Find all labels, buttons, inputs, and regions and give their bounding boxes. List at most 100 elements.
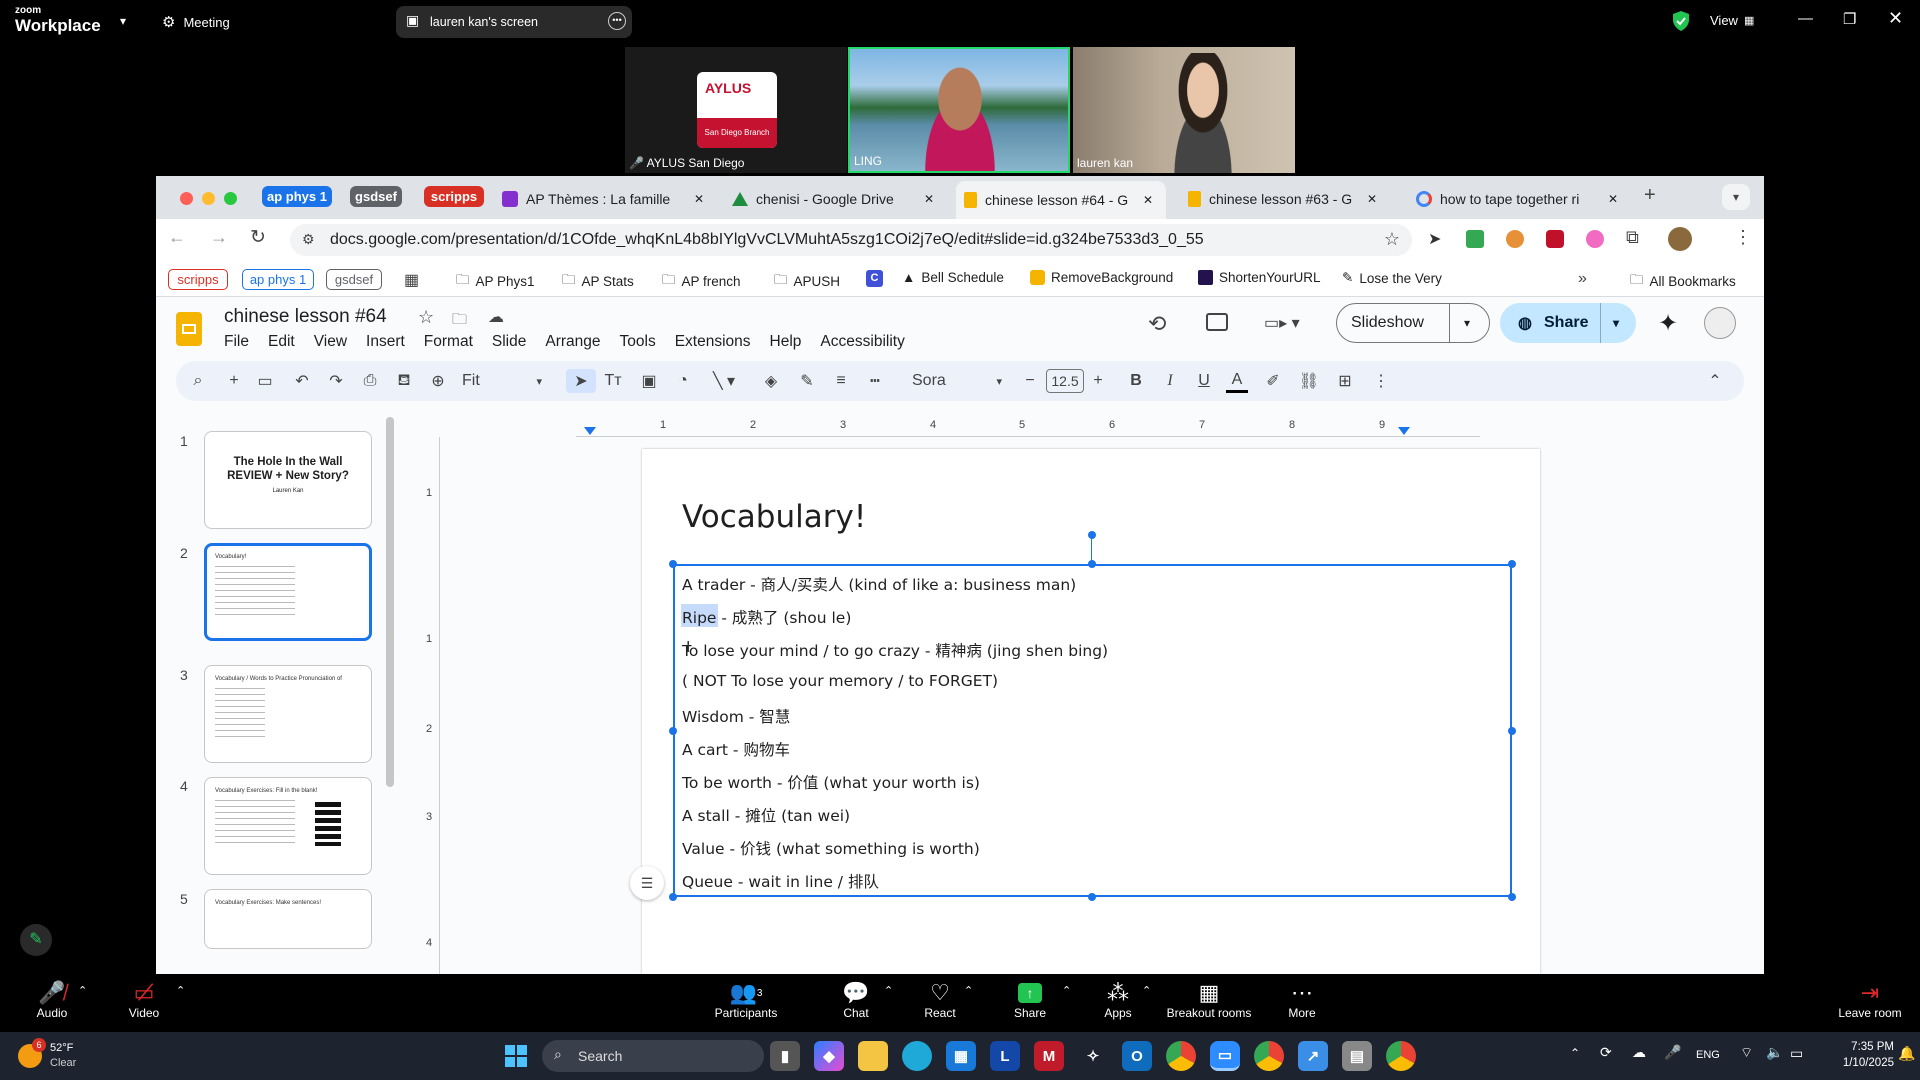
share-dropdown-icon[interactable]: ▾ bbox=[1600, 303, 1619, 343]
resize-handle-tm[interactable] bbox=[1088, 560, 1096, 568]
copilot-icon[interactable]: ◆ bbox=[814, 1041, 844, 1071]
slide-thumbnail-4[interactable]: Vocabulary Exercises: Fill in the blank! bbox=[204, 777, 372, 875]
close-tab-icon[interactable]: ✕ bbox=[1143, 193, 1153, 207]
close-tab-icon[interactable]: ✕ bbox=[924, 192, 934, 206]
menu-insert[interactable]: Insert bbox=[366, 333, 405, 350]
tab-how-to-tape[interactable]: how to tape together ri ✕ bbox=[1416, 184, 1626, 214]
add-comment-icon[interactable]: ⊞ bbox=[1334, 369, 1356, 393]
vocab-item[interactable]: To be worth - 价值 (what your worth is) bbox=[682, 771, 980, 793]
menu-slide[interactable]: Slide bbox=[492, 333, 526, 350]
chrome-icon[interactable] bbox=[1166, 1041, 1196, 1071]
share-button[interactable]: ◍ Share ▾ bbox=[1500, 303, 1636, 343]
image-icon[interactable]: ▣ bbox=[638, 369, 660, 393]
print-icon[interactable]: ⎙ bbox=[360, 369, 380, 393]
layout-icon[interactable]: ▭ bbox=[254, 369, 276, 393]
version-history-icon[interactable]: ⟲ bbox=[1148, 311, 1166, 337]
bookmark-ap-stats[interactable]: 🗀 AP Stats bbox=[562, 270, 634, 293]
forward-button[interactable]: → bbox=[210, 227, 228, 248]
search-menus-icon[interactable]: ⌕ bbox=[188, 369, 208, 393]
vocab-item[interactable]: Queue - wait in line / 排队 bbox=[682, 870, 879, 892]
extension-cookie-icon[interactable] bbox=[1506, 230, 1524, 248]
apps-grid-icon[interactable]: ▦ bbox=[404, 270, 419, 290]
menu-edit[interactable]: Edit bbox=[268, 333, 295, 350]
taskbar-search[interactable]: ⌕ Search bbox=[542, 1040, 764, 1072]
shape-icon[interactable]: ◔ bbox=[672, 369, 694, 393]
zoom-app-icon[interactable]: ▭ bbox=[1210, 1041, 1240, 1071]
font-size-input[interactable]: 12.5 bbox=[1046, 369, 1084, 393]
fill-color-icon[interactable]: ◈ bbox=[760, 369, 782, 393]
wifi-icon[interactable]: ⌔ bbox=[1740, 1044, 1753, 1062]
extension-cursor-icon[interactable]: ➤ bbox=[1428, 229, 1441, 249]
tab-google-drive[interactable]: chenisi - Google Drive ✕ bbox=[732, 184, 942, 214]
more-button[interactable]: ⋯ More bbox=[1262, 980, 1342, 1020]
bookmark-group-gsdsef[interactable]: gsdsef bbox=[326, 269, 382, 290]
menu-extensions[interactable]: Extensions bbox=[675, 333, 751, 350]
breakout-rooms-button[interactable]: ▦ Breakout rooms bbox=[1164, 980, 1254, 1020]
resize-handle-br[interactable] bbox=[1508, 893, 1516, 901]
video-tile-lauren[interactable]: lauren kan bbox=[1073, 47, 1295, 173]
border-weight-icon[interactable]: ≡ bbox=[830, 369, 852, 393]
tab-ap-themes[interactable]: AP Thèmes : La famille ✕ bbox=[502, 184, 712, 214]
tab-group-scripps[interactable]: scripps bbox=[424, 186, 484, 207]
menu-accessibility[interactable]: Accessibility bbox=[820, 333, 904, 350]
bookmark-lose-the-very[interactable]: ✎ Lose the Very bbox=[1342, 270, 1442, 286]
close-tab-icon[interactable]: ✕ bbox=[1367, 192, 1377, 206]
extensions-puzzle-icon[interactable]: ⧉ bbox=[1626, 227, 1639, 248]
tab-chinese-lesson-64[interactable]: chinese lesson #64 - G ✕ bbox=[956, 181, 1166, 219]
share-options-chevron-icon[interactable]: ⌃ bbox=[1062, 984, 1071, 997]
resize-handle-tl[interactable] bbox=[669, 560, 677, 568]
menu-arrange[interactable]: Arrange bbox=[545, 333, 600, 350]
leave-room-button[interactable]: ⇥ Leave room bbox=[1830, 980, 1910, 1020]
restore-window-button[interactable]: ❐ bbox=[1843, 10, 1856, 28]
microphone-icon[interactable]: 🎤 bbox=[1664, 1044, 1681, 1061]
resize-handle-tr[interactable] bbox=[1508, 560, 1516, 568]
resize-handle-ml[interactable] bbox=[669, 727, 677, 735]
menu-help[interactable]: Help bbox=[770, 333, 802, 350]
slide-thumbnail-1[interactable]: The Hole In the Wall REVIEW + New Story?… bbox=[204, 431, 372, 529]
edge-icon[interactable] bbox=[902, 1041, 932, 1071]
app-l-icon[interactable]: L bbox=[990, 1041, 1020, 1071]
microsoft-store-icon[interactable]: ▦ bbox=[946, 1041, 976, 1071]
zoom-select[interactable]: Fit ▾ bbox=[462, 369, 542, 393]
participants-button[interactable]: 👥 3 Participants bbox=[706, 980, 786, 1020]
video-options-chevron-icon[interactable]: ⌃ bbox=[176, 984, 185, 997]
notifications-bell-icon[interactable]: 🔔 bbox=[1898, 1045, 1915, 1062]
vocab-item[interactable]: Value - 价钱 (what something is worth) bbox=[682, 837, 980, 859]
decrease-font-size-button[interactable]: − bbox=[1022, 369, 1038, 393]
react-options-chevron-icon[interactable]: ⌃ bbox=[964, 984, 973, 997]
new-tab-button[interactable]: + bbox=[1644, 184, 1656, 207]
highlight-color-icon[interactable]: ✐ bbox=[1262, 369, 1284, 393]
chat-options-chevron-icon[interactable]: ⌃ bbox=[884, 984, 893, 997]
tray-overflow-icon[interactable]: ⌃ bbox=[1570, 1046, 1580, 1060]
zoom-icon[interactable]: ⊕ bbox=[428, 369, 448, 393]
vocab-item[interactable]: ( NOT To lose your memory / to FORGET) bbox=[682, 672, 998, 690]
extension-stop-icon[interactable] bbox=[1546, 230, 1564, 248]
apps-options-chevron-icon[interactable]: ⌃ bbox=[1142, 984, 1151, 997]
zoom-logo[interactable]: zoom Workplace bbox=[15, 6, 101, 35]
speaker-notes-toggle-icon[interactable]: ☰ bbox=[630, 866, 664, 900]
view-menu[interactable]: View ▦ bbox=[1710, 13, 1754, 28]
slide-canvas[interactable]: Vocabulary! A trader - 商人/买卖人 (kind of l… bbox=[642, 449, 1540, 974]
all-bookmarks[interactable]: 🗀 All Bookmarks bbox=[1630, 270, 1736, 293]
border-color-icon[interactable]: ✎ bbox=[796, 369, 818, 393]
border-dash-icon[interactable]: ┅ bbox=[864, 369, 886, 393]
chrome-m-icon[interactable] bbox=[1386, 1041, 1416, 1071]
more-options-icon[interactable]: ⋮ bbox=[1373, 369, 1389, 393]
tab-search-button[interactable]: ▾ bbox=[1722, 184, 1750, 210]
meeting-menu[interactable]: ⚙ Meeting bbox=[162, 13, 230, 31]
video-tile-aylus[interactable]: AYLUS San Diego Branch 🎤 AYLUS San Diego bbox=[625, 47, 847, 173]
slideshow-button[interactable]: Slideshow ▾ bbox=[1336, 303, 1490, 343]
close-tab-icon[interactable]: ✕ bbox=[694, 192, 704, 206]
chrome-profile-icon[interactable] bbox=[1254, 1041, 1284, 1071]
chevron-down-icon[interactable]: ▾ bbox=[120, 14, 126, 28]
right-indent-marker[interactable] bbox=[1398, 427, 1410, 435]
profile-avatar[interactable] bbox=[1668, 227, 1692, 251]
tab-group-gsdsef[interactable]: gsdsef bbox=[350, 186, 402, 207]
minimize-dot-icon[interactable] bbox=[202, 192, 215, 205]
menu-format[interactable]: Format bbox=[424, 333, 473, 350]
close-window-button[interactable]: ✕ bbox=[1888, 8, 1903, 29]
weather-widget[interactable]: 6 52°F Clear bbox=[14, 1038, 124, 1072]
font-select[interactable]: Sora ▾ bbox=[912, 369, 1002, 393]
filmstrip-scrollbar[interactable] bbox=[386, 417, 394, 787]
bookmark-group-scripps[interactable]: scripps bbox=[168, 269, 228, 290]
